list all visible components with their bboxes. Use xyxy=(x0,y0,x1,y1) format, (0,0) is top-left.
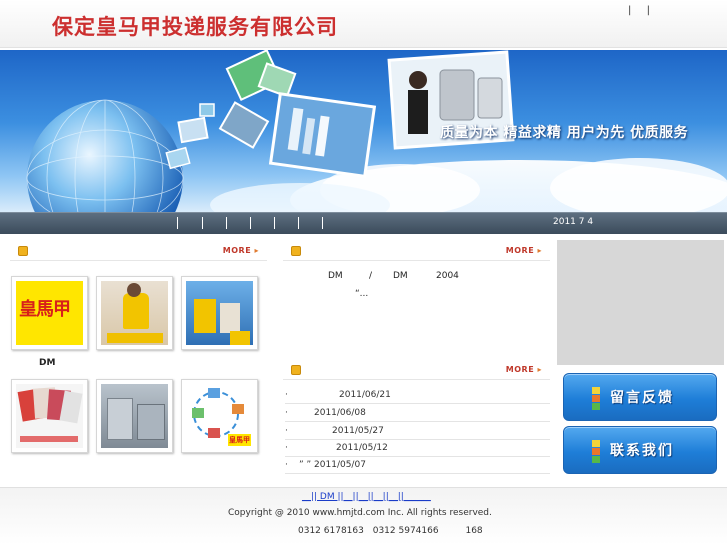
nav-separator[interactable] xyxy=(298,217,299,229)
news-item[interactable]: · 2011/06/08 xyxy=(285,408,550,422)
product-thumb[interactable] xyxy=(11,379,88,453)
product-thumb[interactable] xyxy=(181,276,258,350)
news-item[interactable]: · 2011/06/21 xyxy=(285,390,550,404)
news-bullet: · xyxy=(285,408,288,418)
news-date: 2011/05/27 xyxy=(332,426,384,436)
nav-separator[interactable] xyxy=(250,217,251,229)
about-more-link[interactable]: MORE xyxy=(506,246,542,255)
nav-separator[interactable] xyxy=(202,217,203,229)
nav-separator[interactable] xyxy=(226,217,227,229)
phone-number: 168 xyxy=(465,526,483,536)
about-text-part: 2004 xyxy=(436,271,459,281)
top-link-separator[interactable]: | xyxy=(647,5,650,16)
contact-label: 联系我们 xyxy=(610,443,674,459)
contact-phones: 0312 6178163 0312 5974166 168 xyxy=(298,526,489,536)
news-bullet: · xyxy=(285,426,288,436)
section-bullet-icon xyxy=(291,246,301,256)
main-nav: 2011 7 4 xyxy=(0,212,727,234)
products-more-link[interactable]: MORE xyxy=(223,246,259,255)
top-links: | | xyxy=(628,5,662,16)
product-thumb[interactable] xyxy=(96,276,173,350)
news-bullet: · xyxy=(285,443,288,453)
product-thumb[interactable]: 皇馬甲 xyxy=(181,379,258,453)
contact-button[interactable]: 联系我们 xyxy=(563,426,717,474)
phone-number: 0312 5974166 xyxy=(372,526,439,536)
top-link-separator[interactable]: | xyxy=(628,5,631,16)
news-item[interactable]: · 2011/05/27 xyxy=(285,426,550,440)
news-section-header: MORE xyxy=(283,362,550,380)
products-section-header: MORE xyxy=(10,243,267,261)
product-image: 皇馬甲 xyxy=(186,384,253,448)
right-placeholder-box xyxy=(557,240,724,365)
bars-icon xyxy=(592,440,600,463)
about-section-header: MORE xyxy=(283,243,550,261)
product-image xyxy=(186,281,253,345)
section-bullet-icon xyxy=(291,365,301,375)
nav-separator[interactable] xyxy=(322,217,323,229)
phone-number: 0312 6178163 xyxy=(298,526,364,536)
feedback-button[interactable]: 留言反馈 xyxy=(563,373,717,421)
logo-text: 皇馬甲 xyxy=(19,299,71,320)
footer-links[interactable]: __|| DM ||__||__||__||__||______ xyxy=(302,492,431,502)
product-image xyxy=(16,384,83,448)
product-thumb[interactable]: 皇馬甲 xyxy=(11,276,88,350)
news-date: 2011/06/08 xyxy=(314,408,366,418)
news-item[interactable]: · ” ” 2011/05/07 xyxy=(285,460,550,474)
news-divider xyxy=(285,473,550,474)
nav-separator[interactable] xyxy=(177,217,178,229)
news-date: ” ” 2011/05/07 xyxy=(299,460,366,470)
product-image: 皇馬甲 xyxy=(16,281,83,345)
site-footer: __|| DM ||__||__||__||__||______ Copyrig… xyxy=(0,487,727,545)
about-text-part: / xyxy=(369,271,373,281)
about-text-part: DM xyxy=(328,271,343,281)
hero-banner: 质量为本 精益求精 用户为先 优质服务 xyxy=(0,50,727,212)
site-header: 保定皇马甲投递服务有限公司 | | xyxy=(0,0,727,48)
nav-separator[interactable] xyxy=(274,217,275,229)
banner-slogan: 质量为本 精益求精 用户为先 优质服务 xyxy=(440,125,689,141)
about-text: DM / DM 2004 xyxy=(328,271,459,281)
product-image xyxy=(101,281,168,345)
company-name: 保定皇马甲投递服务有限公司 xyxy=(52,15,338,39)
dm-label: DM xyxy=(39,358,56,368)
news-more-link[interactable]: MORE xyxy=(506,365,542,374)
news-bullet: · xyxy=(285,460,288,470)
product-thumb[interactable] xyxy=(96,379,173,453)
copyright-text: Copyright @ 2010 www.hmjtd.com Inc. All … xyxy=(228,508,492,518)
nav-date: 2011 7 4 xyxy=(553,217,594,227)
product-image xyxy=(101,384,168,448)
news-date: 2011/06/21 xyxy=(339,390,391,400)
news-item[interactable]: · 2011/05/12 xyxy=(285,443,550,457)
news-bullet: · xyxy=(285,390,288,400)
news-divider xyxy=(285,439,550,440)
feedback-label: 留言反馈 xyxy=(610,390,674,406)
section-bullet-icon xyxy=(18,246,28,256)
about-text-part: DM xyxy=(393,271,408,281)
about-quote: “... xyxy=(355,289,369,299)
news-divider xyxy=(285,456,550,457)
news-divider xyxy=(285,421,550,422)
news-divider xyxy=(285,403,550,404)
bars-icon xyxy=(592,387,600,410)
logo-text: 皇馬甲 xyxy=(228,434,251,446)
news-date: 2011/05/12 xyxy=(336,443,388,453)
